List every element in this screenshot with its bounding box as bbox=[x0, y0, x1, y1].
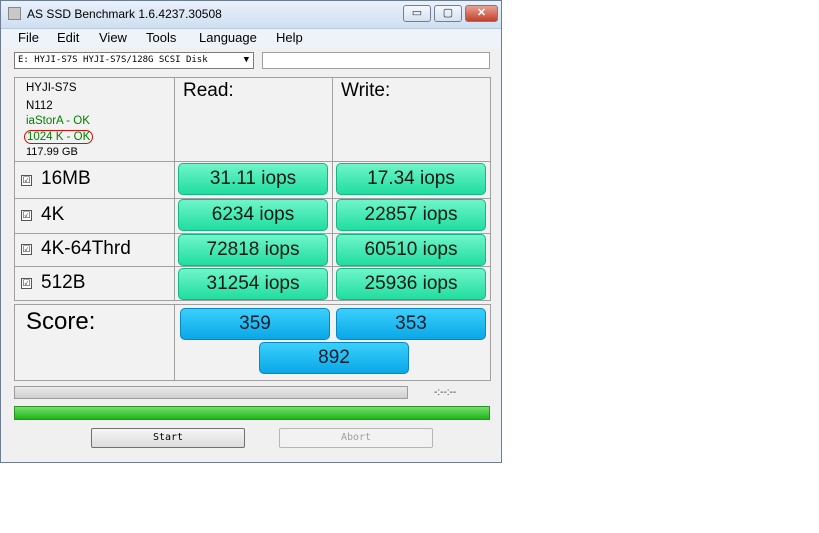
test-row-panel bbox=[14, 266, 175, 301]
score-label: Score: bbox=[26, 308, 96, 335]
menu-tools[interactable]: Tools bbox=[146, 30, 176, 45]
menu-file[interactable]: File bbox=[18, 30, 39, 45]
drive-select-value: E: HYJI-S7S HYJI-S7S/128G SCSI Disk bbox=[18, 55, 208, 65]
eta-label: -:--:-- bbox=[434, 387, 457, 398]
alignment-status: 1024 K - OK bbox=[24, 130, 94, 144]
drive-extra-field bbox=[262, 52, 490, 69]
drive-size: 117.99 GB bbox=[26, 146, 78, 158]
test-16mb-label: 16MB bbox=[41, 168, 91, 189]
menu-edit[interactable]: Edit bbox=[57, 30, 79, 45]
write-header: Write: bbox=[341, 80, 391, 101]
write-score: 353 bbox=[336, 308, 486, 340]
read-4k64-result: 72818 iops bbox=[178, 234, 328, 266]
write-4k64-result: 60510 iops bbox=[336, 234, 486, 266]
minimize-icon: ▭ bbox=[411, 7, 423, 19]
test-512b-label: 512B bbox=[41, 272, 86, 293]
test-4k64-label: 4K-64Thrd bbox=[41, 238, 131, 259]
start-button[interactable]: Start bbox=[91, 428, 245, 448]
write-4k-result: 22857 iops bbox=[336, 199, 486, 231]
test-512b-checkbox[interactable]: ☑ bbox=[21, 278, 32, 289]
test-4k64-checkbox[interactable]: ☑ bbox=[21, 244, 32, 255]
app-icon bbox=[8, 7, 21, 20]
read-header: Read: bbox=[183, 80, 234, 101]
close-icon: ✕ bbox=[476, 7, 487, 19]
test-16mb-checkbox[interactable]: ☑ bbox=[21, 175, 32, 186]
test-row-panel bbox=[14, 161, 175, 199]
total-score: 892 bbox=[259, 342, 409, 374]
menu-view[interactable]: View bbox=[99, 30, 127, 45]
read-score: 359 bbox=[180, 308, 330, 340]
test-4k-label: 4K bbox=[41, 204, 65, 225]
drive-name: HYJI-S7S bbox=[26, 82, 77, 94]
title-bar[interactable]: AS SSD Benchmark 1.6.4237.30508 ▭ ▢ ✕ bbox=[1, 1, 501, 29]
write-16mb-result: 17.34 iops bbox=[336, 163, 486, 195]
test-progress-bar bbox=[14, 386, 408, 399]
maximize-icon: ▢ bbox=[442, 7, 454, 19]
overall-progress-bar bbox=[14, 406, 490, 420]
test-row-panel bbox=[14, 198, 175, 234]
window-title: AS SSD Benchmark 1.6.4237.30508 bbox=[27, 7, 222, 21]
read-16mb-result: 31.11 iops bbox=[178, 163, 328, 195]
menu-help[interactable]: Help bbox=[276, 30, 303, 45]
abort-button[interactable]: Abort bbox=[279, 428, 433, 448]
minimize-button[interactable]: ▭ bbox=[403, 5, 431, 22]
menu-language[interactable]: Language bbox=[199, 30, 257, 45]
close-button[interactable]: ✕ bbox=[465, 5, 498, 22]
test-4k-checkbox[interactable]: ☑ bbox=[21, 210, 32, 221]
write-512b-result: 25936 iops bbox=[336, 268, 486, 300]
drive-select[interactable]: E: HYJI-S7S HYJI-S7S/128G SCSI Disk ▼ bbox=[14, 52, 254, 69]
chevron-down-icon[interactable]: ▼ bbox=[244, 53, 249, 68]
driver-status: iaStorA - OK bbox=[26, 115, 90, 127]
maximize-button[interactable]: ▢ bbox=[434, 5, 462, 22]
read-4k-result: 6234 iops bbox=[178, 199, 328, 231]
read-512b-result: 31254 iops bbox=[178, 268, 328, 300]
drive-firmware: N112 bbox=[26, 100, 53, 112]
